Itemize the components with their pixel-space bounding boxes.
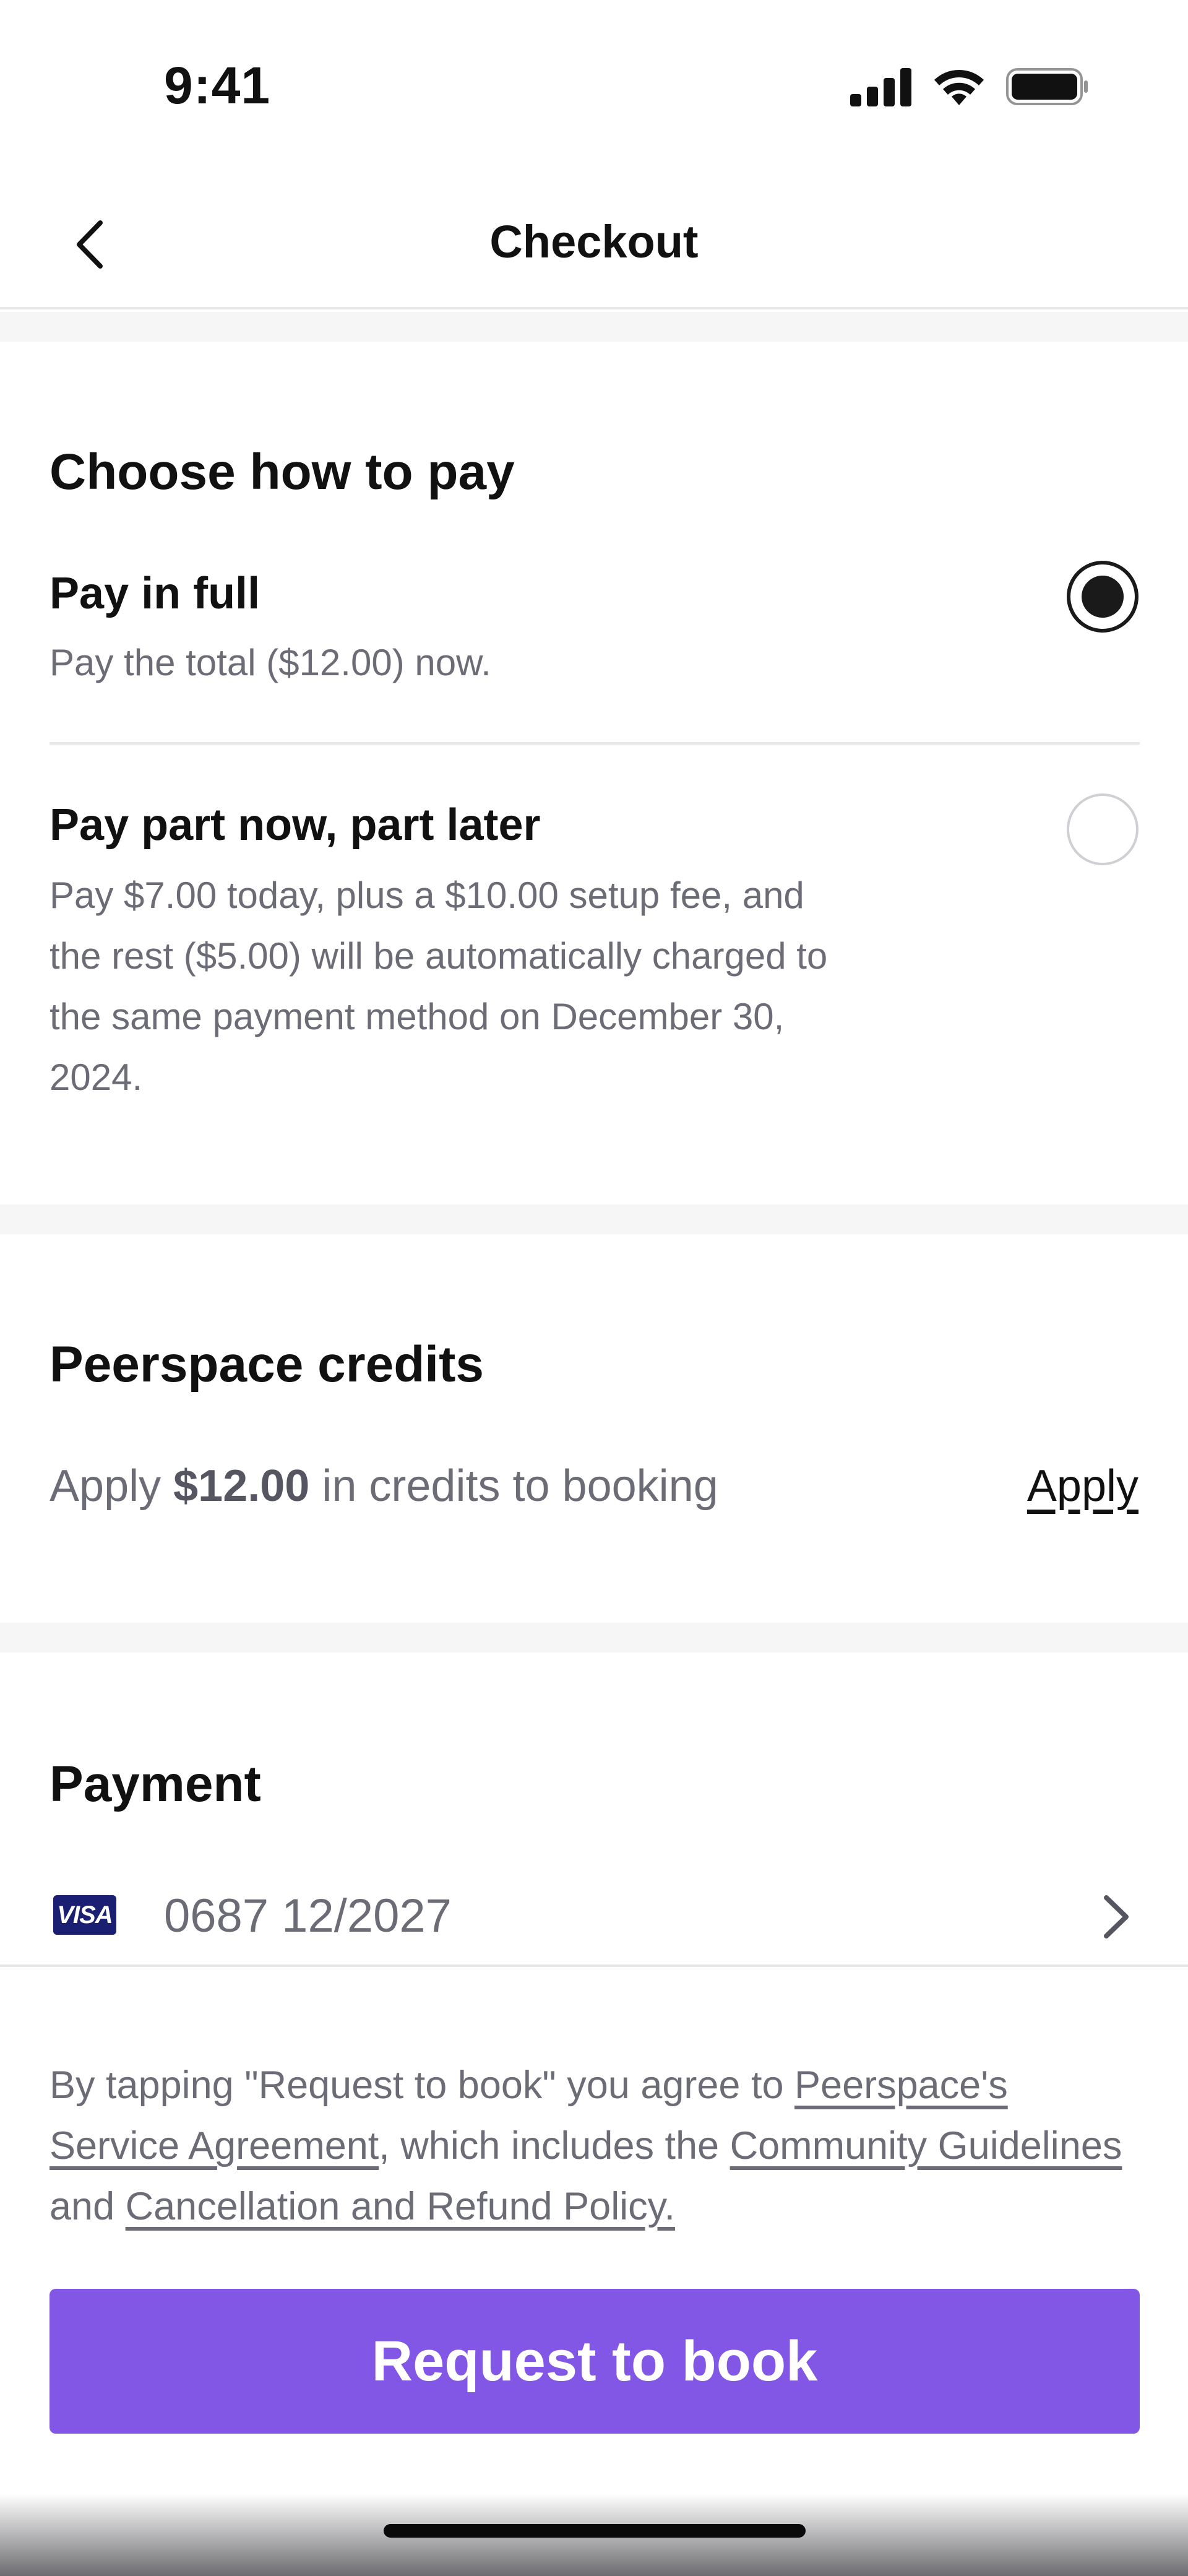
payment-method-row[interactable]: VISA 0687 12/2027 [0,1868,1188,1967]
home-indicator[interactable] [384,2524,806,2538]
credits-section: Peerspace credits Apply $12.00 in credit… [0,1234,1188,1623]
cancellation-policy-link[interactable]: Cancellation and Refund Policy. [126,2185,675,2228]
credits-text: Apply $12.00 in credits to booking [50,1461,718,1511]
apply-credits-link[interactable]: Apply [1027,1461,1138,1511]
description-line: Pay $7.00 today, plus a $10.00 setup fee… [50,875,804,916]
cellular-signal-icon [850,68,911,106]
payment-heading: Payment [50,1756,261,1812]
wifi-icon [934,70,984,105]
pay-in-full-radio[interactable] [1067,561,1138,633]
section-separator [0,1204,1188,1234]
community-guidelines-link[interactable]: Community Guidelines [730,2124,1122,2168]
credits-amount: $12.00 [173,1461,310,1511]
description-line: the rest ($5.00) will be automatically c… [50,935,828,977]
visa-card-icon: VISA [53,1895,116,1935]
legal-and: and [50,2185,115,2228]
pay-option-description: Pay $7.00 today, plus a $10.00 setup fee… [50,865,990,1108]
legal-prefix: By tapping "Request to book" you agree t… [50,2064,784,2107]
payment-section: Payment VISA 0687 12/2027 [0,1653,1188,1974]
pay-options-section: Choose how to pay Pay in full Pay the to… [0,342,1188,1204]
credits-prefix: Apply [50,1461,161,1511]
option-divider [50,742,1140,745]
card-details: 0687 12/2027 [164,1890,452,1942]
credits-suffix: in credits to booking [322,1461,718,1511]
status-bar: 9:41 [0,0,1188,173]
request-to-book-button[interactable]: Request to book [50,2289,1140,2434]
pay-option-title: Pay part now, part later [50,800,541,850]
legal-text: By tapping "Request to book" you agree t… [50,2055,1138,2237]
description-line: the same payment method on December 30, [50,996,785,1037]
status-icons [850,62,1089,111]
pay-options-heading: Choose how to pay [50,444,515,500]
nav-bar: Checkout [0,186,1188,309]
status-time: 9:41 [164,56,271,115]
battery-icon [1006,68,1088,105]
section-separator [0,1623,1188,1653]
pay-option-title: Pay in full [50,569,260,618]
pay-part-now-radio[interactable] [1067,793,1138,865]
page-title: Checkout [489,216,699,267]
credits-heading: Peerspace credits [50,1336,484,1393]
legal-middle: , which includes the [379,2124,720,2168]
section-separator [0,312,1188,342]
chevron-right-icon [1104,1895,1129,1938]
pay-option-description: Pay the total ($12.00) now. [50,642,491,683]
description-line: 2024. [50,1057,143,1098]
